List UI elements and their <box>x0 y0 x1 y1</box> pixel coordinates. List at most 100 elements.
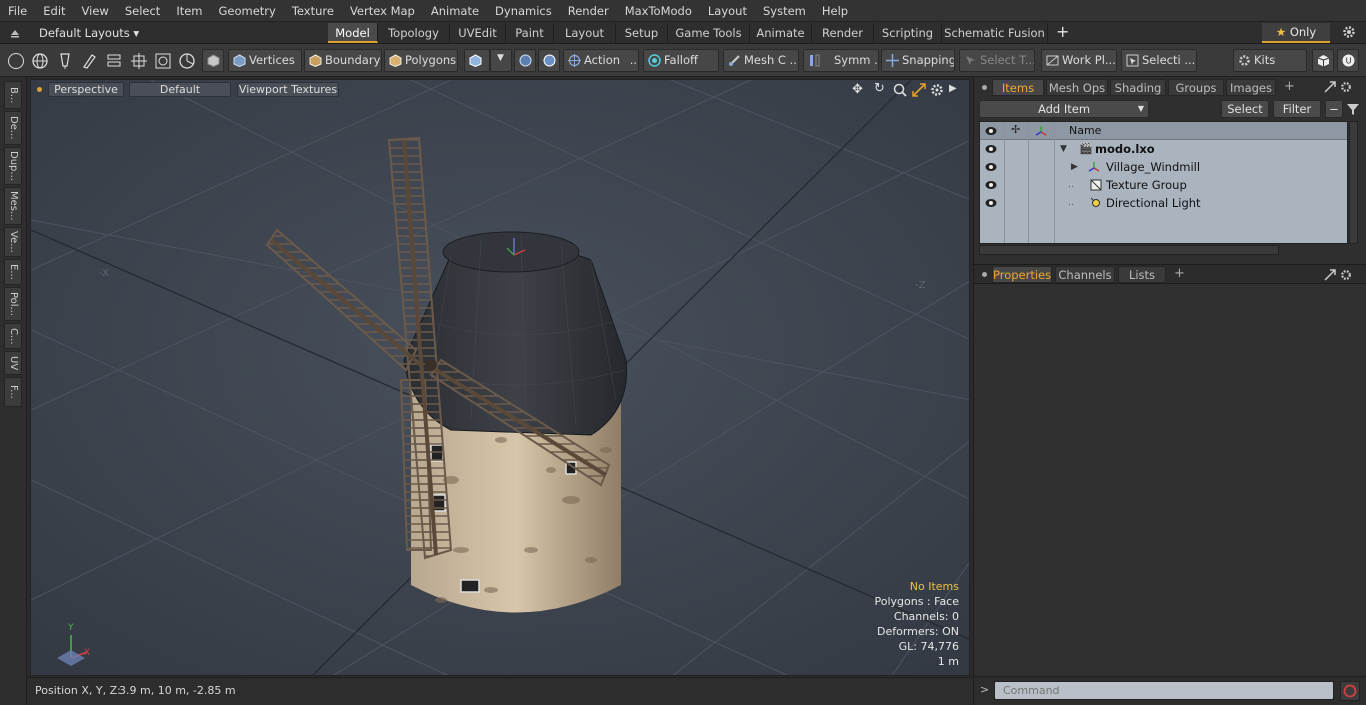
filter-button[interactable]: Filter <box>1273 100 1321 118</box>
properties-maximize-icon[interactable] <box>1324 269 1336 281</box>
action-button[interactable]: Action ... <box>563 49 639 72</box>
only-toggle[interactable]: ★ Only <box>1262 23 1330 43</box>
menu-view[interactable]: View <box>74 0 117 22</box>
tab-properties[interactable]: Properties <box>992 266 1052 283</box>
item-list[interactable]: ✢ Name ▼ 🎬 modo.lxo ▶ Village_Windmill ‥… <box>979 121 1348 244</box>
falloff-button[interactable]: Falloff <box>643 49 719 72</box>
pen-icon[interactable] <box>57 52 73 70</box>
tab-channels[interactable]: Channels <box>1055 266 1115 283</box>
unity-button[interactable] <box>1312 49 1334 72</box>
tab-lists[interactable]: Lists <box>1118 266 1166 283</box>
menu-layout[interactable]: Layout <box>700 0 755 22</box>
command-input[interactable] <box>994 681 1334 700</box>
select-button[interactable]: Select <box>1221 100 1269 118</box>
expand-arrow-icon[interactable]: ▶ <box>1071 158 1078 176</box>
work-plane-button[interactable]: Work Pl... <box>1041 49 1117 72</box>
align-icon[interactable] <box>106 52 122 70</box>
snapping-button[interactable]: Snapping <box>881 49 955 72</box>
left-tab-polygon[interactable]: Pol... <box>4 287 22 321</box>
menu-file[interactable]: File <box>0 0 35 22</box>
kits-button[interactable]: Kits <box>1233 49 1307 72</box>
tab-layout[interactable]: Layout <box>554 23 616 43</box>
maximize-icon[interactable] <box>912 83 926 97</box>
left-tab-uv[interactable]: UV <box>4 351 22 375</box>
pie-icon[interactable] <box>178 52 196 70</box>
item-row-texture-group[interactable]: ‥ Texture Group <box>980 176 1347 194</box>
selection-sets-button[interactable]: Selecti ... <box>1121 49 1197 72</box>
vertices-button[interactable]: Vertices <box>228 49 302 72</box>
tab-game-tools[interactable]: Game Tools <box>668 23 750 43</box>
panel-menu-dot[interactable] <box>982 85 987 90</box>
tab-images[interactable]: Images <box>1226 79 1276 96</box>
menu-help[interactable]: Help <box>814 0 856 22</box>
tab-items[interactable]: Items <box>992 79 1044 96</box>
tab-schematic-fusion[interactable]: Schematic Fusion <box>942 23 1048 43</box>
item-row-modo-lxo[interactable]: ▼ 🎬 modo.lxo <box>980 140 1347 158</box>
eye-icon[interactable] <box>985 144 997 154</box>
left-tab-curve[interactable]: C... <box>4 323 22 349</box>
mesh-constraint-button[interactable]: Mesh C ... <box>723 49 799 72</box>
properties-menu-dot[interactable] <box>982 272 987 277</box>
unreal-button[interactable]: U <box>1337 49 1359 72</box>
3d-viewport[interactable]: -X -Z Y X Perspective Default Viewport T… <box>30 79 970 676</box>
eye-icon[interactable] <box>985 162 997 172</box>
pan-icon[interactable]: ✥ <box>852 82 863 97</box>
left-tab-duplicate[interactable]: Dup... <box>4 147 22 185</box>
view-mode-dropdown[interactable]: Perspective <box>48 82 124 97</box>
globe-icon[interactable] <box>32 53 48 69</box>
tab-uvedit[interactable]: UVEdit <box>450 23 506 43</box>
element-select-icon[interactable] <box>154 52 172 70</box>
left-tab-deform[interactable]: De... <box>4 111 22 145</box>
tab-shading[interactable]: Shading <box>1110 79 1166 96</box>
viewport-textures-dropdown[interactable]: Viewport Textures <box>237 82 339 97</box>
snap-toggle-b[interactable] <box>538 49 560 72</box>
menu-dynamics[interactable]: Dynamics <box>487 0 560 22</box>
layout-selector[interactable]: Default Layouts ▾ <box>39 22 139 44</box>
add-item-dropdown[interactable]: Add Item ▼ <box>979 100 1149 118</box>
tab-model[interactable]: Model <box>328 23 378 43</box>
collapse-button[interactable]: − <box>1325 100 1343 118</box>
menu-edit[interactable]: Edit <box>35 0 73 22</box>
eye-icon[interactable] <box>985 198 997 208</box>
menu-select[interactable]: Select <box>117 0 168 22</box>
tab-groups[interactable]: Groups <box>1168 79 1224 96</box>
expand-arrow-icon[interactable]: ▶ <box>949 83 957 94</box>
tab-paint[interactable]: Paint <box>506 23 554 43</box>
left-tab-basic[interactable]: B... <box>4 81 22 109</box>
add-properties-tab-button[interactable]: + <box>1174 266 1185 281</box>
zoom-icon[interactable] <box>893 83 907 97</box>
select-through-button[interactable]: Select T... <box>959 49 1035 72</box>
select-circle-icon[interactable] <box>8 53 24 69</box>
menu-item[interactable]: Item <box>168 0 210 22</box>
material-mode-button[interactable] <box>464 49 490 72</box>
viewport-scene[interactable] <box>31 80 970 676</box>
item-row-directional-light[interactable]: ‥ Directional Light <box>980 194 1347 212</box>
menu-system[interactable]: System <box>755 0 814 22</box>
layout-up-icon[interactable] <box>8 26 22 40</box>
tab-render[interactable]: Render <box>812 23 874 43</box>
name-column-header[interactable]: Name <box>1069 124 1101 137</box>
add-layout-tab-button[interactable]: + <box>1056 22 1069 42</box>
collapse-arrow-icon[interactable]: ▼ <box>1060 140 1067 158</box>
transform-icon[interactable] <box>130 52 148 70</box>
gear-icon[interactable] <box>1342 25 1356 39</box>
polygons-button[interactable]: Polygons <box>384 49 458 72</box>
menu-maxtomodo[interactable]: MaxToModo <box>617 0 700 22</box>
add-panel-tab-button[interactable]: + <box>1284 79 1295 94</box>
panel-gear-icon[interactable] <box>1340 81 1352 93</box>
material-dropdown[interactable]: ▼ <box>490 49 512 72</box>
item-row-village-windmill[interactable]: ▶ Village_Windmill <box>980 158 1347 176</box>
viewport-menu-dot[interactable] <box>37 87 42 92</box>
tab-scripting[interactable]: Scripting <box>874 23 942 43</box>
item-list-scrollbar[interactable] <box>1349 121 1358 244</box>
tab-mesh-ops[interactable]: Mesh Ops <box>1046 79 1108 96</box>
left-tab-vertex[interactable]: Ve... <box>4 227 22 257</box>
tab-topology[interactable]: Topology <box>378 23 450 43</box>
snap-toggle-a[interactable] <box>514 49 536 72</box>
item-mode-button[interactable] <box>202 49 224 72</box>
menu-animate[interactable]: Animate <box>423 0 487 22</box>
item-list-hscrollbar[interactable] <box>979 245 1279 255</box>
menu-vertex-map[interactable]: Vertex Map <box>342 0 423 22</box>
menu-render[interactable]: Render <box>560 0 617 22</box>
brush-icon[interactable] <box>81 52 97 70</box>
